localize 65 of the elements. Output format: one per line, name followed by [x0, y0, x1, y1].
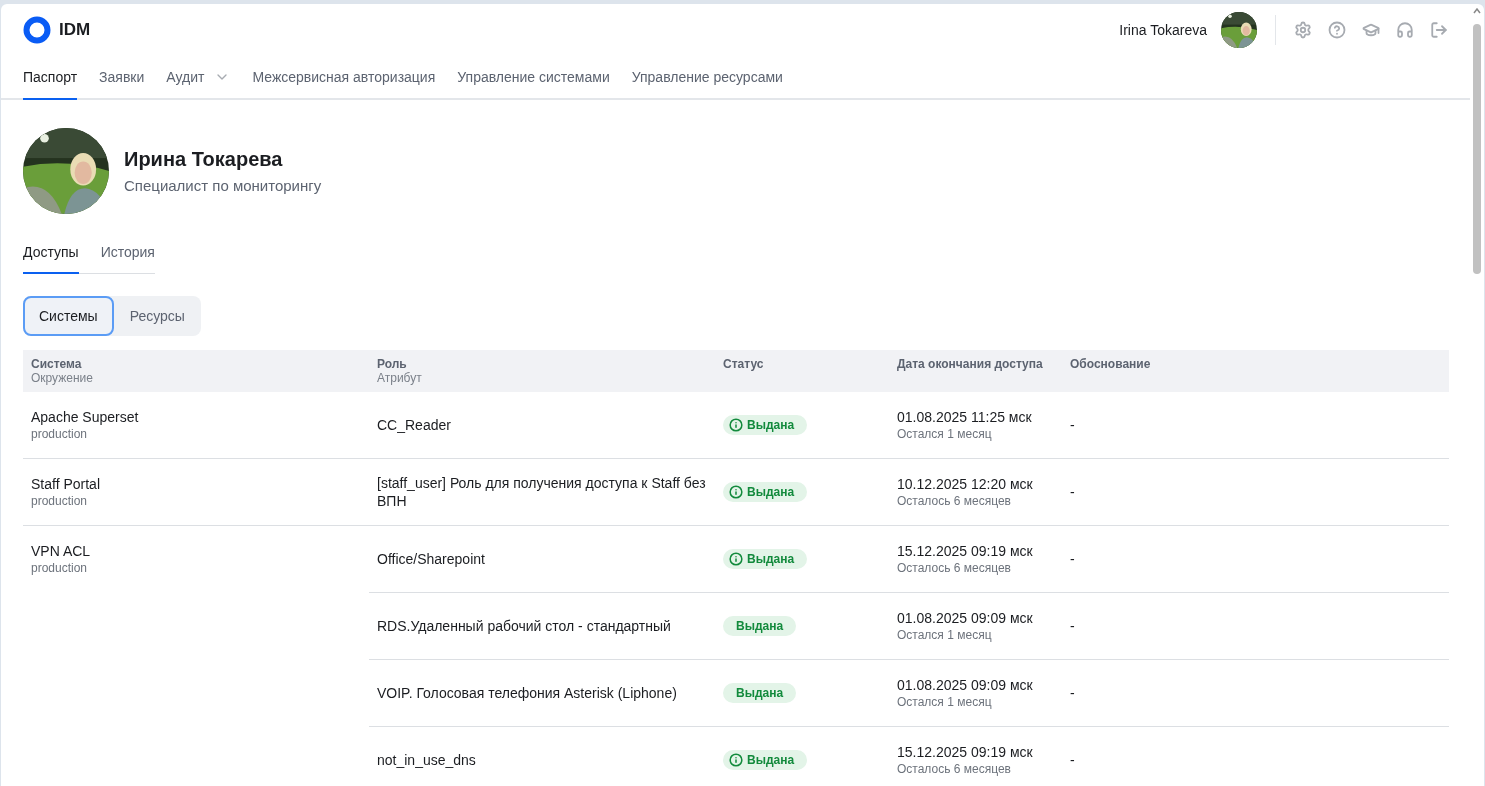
- column-subtitle: Атрибут: [377, 371, 423, 385]
- scroll-up-icon[interactable]: [1473, 8, 1481, 14]
- role-name: VOIP. Голосовая телефония Asterisk (Liphone): [377, 684, 677, 702]
- environment-label: production: [31, 427, 88, 441]
- expiry-date: 01.08.2025 09:09 мск: [897, 610, 1033, 626]
- nav-tab[interactable]: Управление системами: [457, 56, 610, 100]
- remaining-time: Осталось 6 месяцев: [897, 494, 1011, 508]
- tab[interactable]: Доступы: [23, 244, 79, 274]
- status-badge: Выдана: [723, 750, 808, 770]
- segment-button[interactable]: Ресурсы: [113, 296, 201, 336]
- help-icon[interactable]: [1328, 21, 1346, 39]
- column-title: Обоснование: [1070, 357, 1152, 371]
- status-badge: Выдана: [723, 683, 797, 703]
- segment-button[interactable]: Системы: [23, 296, 114, 336]
- reason-text: -: [1070, 484, 1075, 500]
- user-name: Irina Tokareva: [1119, 22, 1207, 38]
- role-name: Office/Sharepoint: [377, 550, 485, 568]
- nav-tab[interactable]: Аудит: [166, 56, 231, 100]
- scrollbar-thumb[interactable]: [1473, 24, 1481, 274]
- system-name: Apache Superset: [31, 409, 139, 425]
- reason-text: -: [1070, 685, 1075, 701]
- environment-label: production: [31, 561, 88, 575]
- remaining-time: Остался 1 месяц: [897, 695, 992, 709]
- system-name: VPN ACL: [31, 543, 91, 559]
- expiry-date: 10.12.2025 12:20 мск: [897, 476, 1033, 492]
- expiry-date: 01.08.2025 11:25 мск: [897, 409, 1032, 425]
- column-title: Дата окончания доступа: [897, 357, 1044, 371]
- expiry-date: 01.08.2025 09:09 мск: [897, 677, 1033, 693]
- logo-icon: [23, 16, 51, 44]
- environment-label: production: [31, 494, 88, 508]
- profile-position: Специалист по мониторингу: [124, 177, 322, 194]
- column-title: Роль: [377, 357, 408, 371]
- status-badge: Выдана: [723, 415, 808, 435]
- reason-text: -: [1070, 752, 1075, 768]
- remaining-time: Остался 1 месяц: [897, 427, 992, 441]
- nav-tab[interactable]: Межсервисная авторизация: [252, 56, 436, 100]
- tab[interactable]: История: [100, 244, 155, 274]
- profile-name: Ирина Токарева: [124, 148, 284, 171]
- remaining-time: Остался 1 месяц: [897, 628, 992, 642]
- remaining-time: Осталось 6 месяцев: [897, 561, 1011, 575]
- status-badge: Выдана: [723, 482, 808, 502]
- nav-tab[interactable]: Паспорт: [23, 56, 78, 100]
- status-badge: Выдана: [723, 616, 797, 636]
- reason-text: -: [1070, 551, 1075, 567]
- role-name: not_in_use_dns: [377, 751, 476, 769]
- status-badge: Выдана: [723, 549, 808, 569]
- role-name: RDS.Удаленный рабочий стол - стандартный: [377, 617, 671, 635]
- graduation-cap-icon[interactable]: [1362, 21, 1380, 39]
- headset-icon[interactable]: [1396, 21, 1414, 39]
- expiry-date: 15.12.2025 09:19 мск: [897, 543, 1033, 559]
- reason-text: -: [1070, 417, 1075, 433]
- system-name: Staff Portal: [31, 476, 100, 492]
- expiry-date: 15.12.2025 09:19 мск: [897, 744, 1033, 760]
- logo-text: IDM: [59, 20, 91, 40]
- column-title: Система: [31, 357, 83, 371]
- column-title: Статус: [723, 357, 765, 371]
- role-name: CC_Reader: [377, 416, 451, 434]
- remaining-time: Осталось 6 месяцев: [897, 762, 1011, 776]
- nav-tab[interactable]: Управление ресурсами: [631, 56, 783, 100]
- role-name: [staff_user] Роль для получения доступа к Staff без ВПН: [377, 474, 707, 510]
- settings-icon[interactable]: [1294, 21, 1312, 39]
- column-subtitle: Окружение: [31, 371, 94, 385]
- reason-text: -: [1070, 618, 1075, 634]
- nav-tab[interactable]: Заявки: [99, 56, 145, 100]
- logout-icon[interactable]: [1430, 21, 1448, 39]
